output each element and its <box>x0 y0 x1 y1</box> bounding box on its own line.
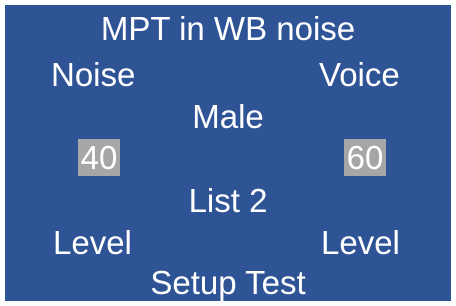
mpt-setup-screen: MPT in WB noise Noise Voice Male 40 60 L… <box>0 0 456 306</box>
talker-selector[interactable]: Male <box>5 97 451 137</box>
setup-test-button[interactable]: Setup Test <box>5 263 451 303</box>
voice-level-value[interactable]: 60 <box>344 139 386 176</box>
voice-label: Voice <box>319 56 400 93</box>
noise-level-label: Level <box>53 224 132 261</box>
screen-title: MPT in WB noise <box>100 10 356 47</box>
setup-panel: MPT in WB noise Noise Voice Male 40 60 L… <box>5 5 451 301</box>
noise-level-value[interactable]: 40 <box>78 139 120 176</box>
list-selector[interactable]: List 2 <box>5 181 451 221</box>
voice-level-label: Level <box>321 224 400 261</box>
noise-label: Noise <box>51 56 136 93</box>
